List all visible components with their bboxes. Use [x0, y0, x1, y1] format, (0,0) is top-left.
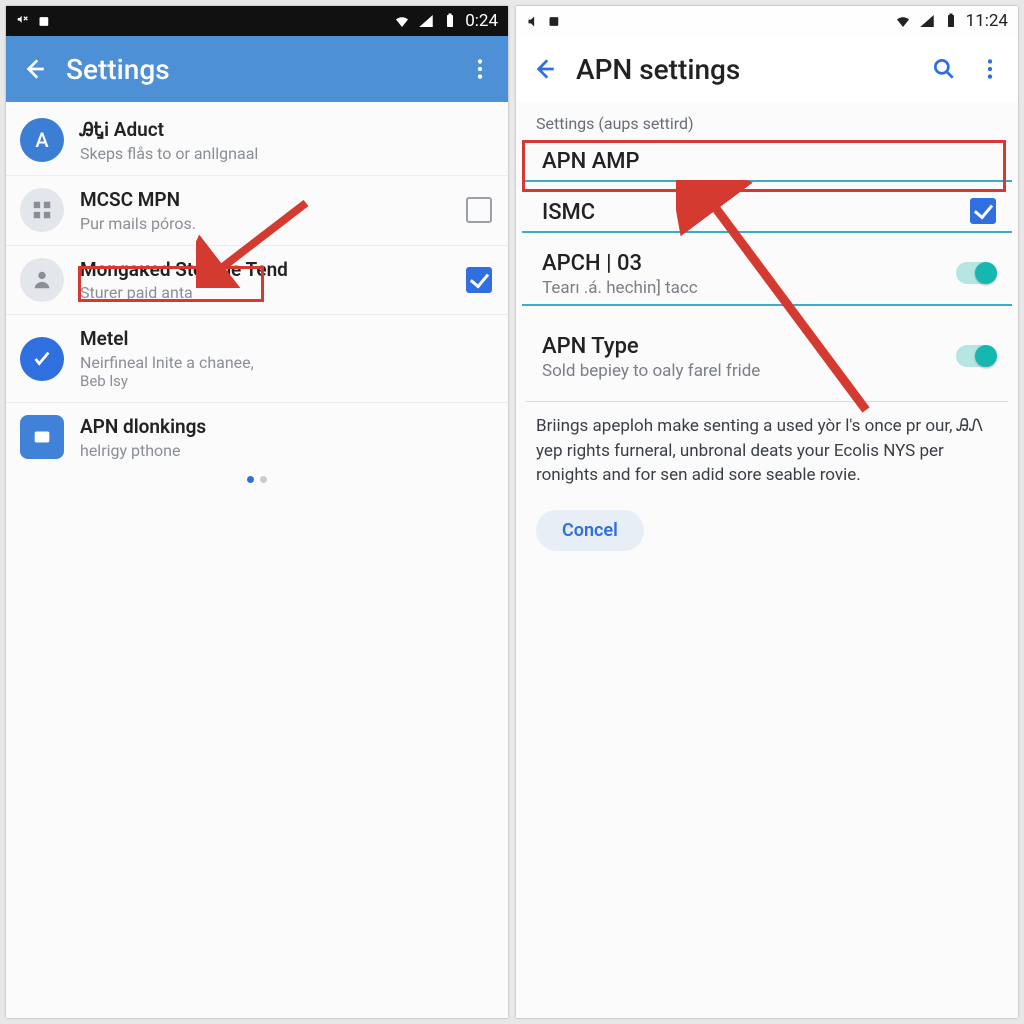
- signal-icon: [918, 12, 936, 30]
- item-subtitle: helrigy pthone: [80, 441, 492, 460]
- signal-icon: [417, 12, 435, 30]
- item-title: Mongaкed Storline Tend: [80, 258, 466, 282]
- person-icon: [20, 258, 64, 302]
- field-ismc[interactable]: ISMC: [522, 190, 1012, 233]
- settings-item-mongaked[interactable]: Mongaкed Storline Tend Sturer paid anta: [6, 246, 508, 316]
- apn-form: Settings (aups settird) APN AMP ISMC APC…: [516, 102, 1018, 1018]
- wifi-icon: [393, 12, 411, 30]
- field-apn-type[interactable]: APN Type Sold bepiey to oaly farel fride: [522, 324, 1012, 387]
- phone-left: 0:24 Settings A ᎯᎿi Aduct Skeps flås to …: [6, 6, 508, 1018]
- item-title: ᎯᎿi Aduct: [80, 118, 492, 142]
- settings-item-metel[interactable]: Metel Neirfineal lnite a chanee, Beb lsy: [6, 315, 508, 403]
- toggle-on[interactable]: [956, 345, 996, 367]
- page-title: Settings: [66, 53, 448, 86]
- status-bar: 11:24: [516, 6, 1018, 36]
- check-icon: [20, 337, 64, 381]
- clock: 11:24: [966, 11, 1008, 31]
- field-label: APCH | 03: [542, 251, 992, 276]
- app-bar: Settings: [6, 36, 508, 102]
- settings-item-apn[interactable]: APN dlonkings helrigy pthone: [6, 403, 508, 472]
- card-icon: [37, 14, 52, 29]
- avatar-letter: A: [20, 118, 64, 162]
- back-button[interactable]: [20, 55, 48, 83]
- grid-icon: [20, 188, 64, 232]
- field-value: Tearı .á. hechin] tacc: [542, 278, 992, 298]
- card-icon: [20, 415, 64, 459]
- item-subtitle: Neirfineal lnite a chanee,: [80, 353, 492, 372]
- checkbox-checked[interactable]: [466, 267, 492, 293]
- item-title: Metel: [80, 327, 492, 351]
- field-label: APN Type: [542, 334, 992, 359]
- checkbox[interactable]: [466, 197, 492, 223]
- item-title: MCSC MPN: [80, 188, 466, 212]
- cancel-button[interactable]: Concel: [536, 510, 644, 551]
- battery-icon: [942, 12, 960, 30]
- app-bar: APN settings: [516, 36, 1018, 102]
- page-indicator: [6, 476, 508, 483]
- overflow-menu[interactable]: [976, 55, 1004, 83]
- item-subtitle: Skeps flås to or anllgnaal: [80, 144, 492, 163]
- checkbox-checked[interactable]: [970, 198, 996, 224]
- dot: [260, 476, 267, 483]
- page-title: APN settings: [576, 53, 912, 86]
- settings-list: A ᎯᎿi Aduct Skeps flås to or anllgnaal M…: [6, 102, 508, 1018]
- field-label: APN AMP: [542, 149, 992, 174]
- phone-right: 11:24 APN settings Settings (aups settir…: [516, 6, 1018, 1018]
- battery-icon: [441, 12, 459, 30]
- item-subtitle: Pur mails póros.: [80, 214, 466, 233]
- mute-icon: [16, 14, 31, 29]
- search-button[interactable]: [930, 55, 958, 83]
- field-label: ISMC: [542, 200, 992, 225]
- description-text: Briings apeploh make senting a used yòr …: [516, 402, 1018, 488]
- item-subtitle2: Beb lsy: [80, 372, 492, 390]
- card-icon: [547, 14, 562, 29]
- wifi-icon: [894, 12, 912, 30]
- field-apch[interactable]: APCH | 03 Tearı .á. hechin] tacc: [522, 241, 1012, 306]
- breadcrumb: Settings (aups settird): [516, 106, 1018, 139]
- status-bar: 0:24: [6, 6, 508, 36]
- settings-item-mcsc[interactable]: MCSC MPN Pur mails póros.: [6, 176, 508, 246]
- item-subtitle: Sturer paid anta: [80, 283, 466, 302]
- toggle-on[interactable]: [956, 262, 996, 284]
- dot-active: [247, 476, 254, 483]
- mute-icon: [526, 14, 541, 29]
- back-button[interactable]: [530, 55, 558, 83]
- settings-item-aduct[interactable]: A ᎯᎿi Aduct Skeps flås to or anllgnaal: [6, 106, 508, 176]
- overflow-menu[interactable]: [466, 55, 494, 83]
- field-apn-amp[interactable]: APN AMP: [522, 139, 1012, 182]
- clock: 0:24: [465, 11, 498, 31]
- field-value: Sold bepiey to oaly farel fride: [542, 361, 992, 381]
- item-title: APN dlonkings: [80, 415, 492, 439]
